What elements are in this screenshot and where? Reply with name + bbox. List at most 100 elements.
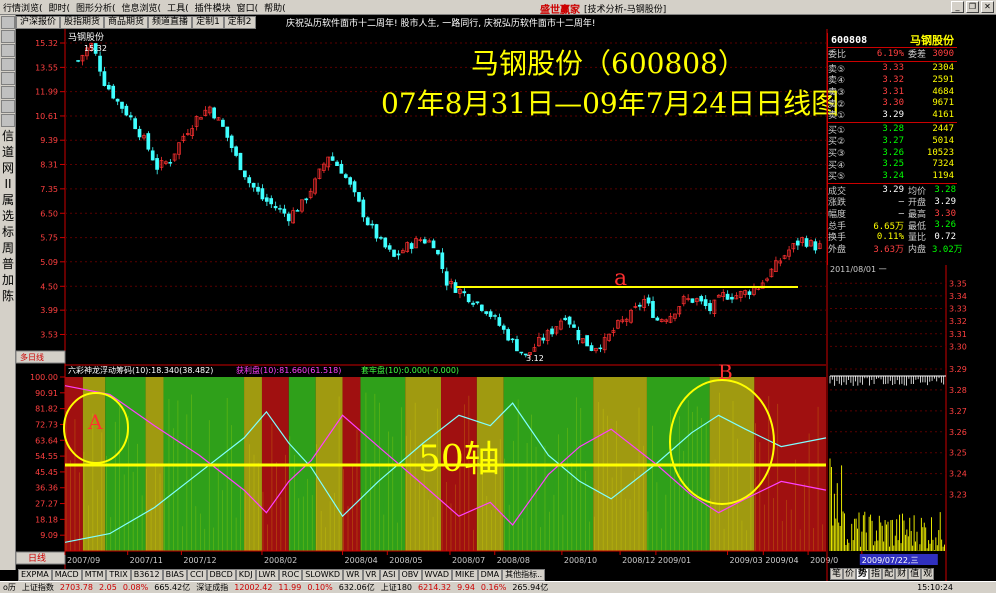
tab-sh-sz-quotes[interactable]: 沪深报价 <box>16 15 61 29</box>
candle-body <box>102 71 107 86</box>
indicator-tab[interactable]: KDJ <box>235 569 256 581</box>
right-tab[interactable]: 配 <box>882 568 896 580</box>
indicator-tab[interactable]: B3612 <box>130 569 163 581</box>
x-date-label: 2008/02 <box>264 556 297 565</box>
indicator-tab[interactable]: OBV <box>398 569 422 581</box>
sh180-label[interactable]: 上证180 <box>378 582 415 593</box>
candle-body <box>567 316 572 325</box>
menu-info[interactable]: 信息浏览( <box>119 1 165 14</box>
indicator-tab[interactable]: MACD <box>51 569 82 581</box>
tab-commodity-futures[interactable]: 商品期货 <box>104 15 149 29</box>
close-icon[interactable]: ✕ <box>981 1 994 13</box>
tab-custom2[interactable]: 定制2 <box>223 15 256 29</box>
candle-body <box>264 197 269 202</box>
sh-index-label[interactable]: 上证指数 <box>19 582 57 593</box>
intraday-tick-label: 3.25 <box>949 449 967 458</box>
indicator-tab[interactable]: DMA <box>477 569 503 581</box>
intraday-tick-label: 3.33 <box>949 305 967 314</box>
candle-body <box>212 107 216 119</box>
right-tab[interactable]: 财 <box>895 568 909 580</box>
candle-body <box>120 101 124 109</box>
indicator-tab[interactable]: EXPMA <box>18 569 52 581</box>
indicator-tab[interactable]: LWR <box>255 569 279 581</box>
kline-tick-label: 3.99 <box>40 306 58 315</box>
left-tool-pu[interactable]: 普 <box>0 256 16 272</box>
indicator-tab[interactable]: CCI <box>186 569 207 581</box>
candle-body <box>576 330 581 341</box>
tool-mark-icon[interactable] <box>1 114 15 127</box>
left-tool-chen[interactable]: 陈 <box>0 288 16 304</box>
minimize-icon[interactable]: _ <box>951 1 964 13</box>
menu-tools[interactable]: 工具( <box>164 1 192 14</box>
candle-body <box>383 237 388 248</box>
indicator-tab[interactable]: SLOWKD <box>302 569 344 581</box>
right-tab[interactable]: 指 <box>869 568 883 580</box>
stat-row: 总手 6.65万 最低 3.26 <box>828 220 956 232</box>
indicator-tab[interactable]: MTM <box>81 569 107 581</box>
right-tab[interactable]: 值 <box>908 568 922 580</box>
intraday-tick-label: 3.31 <box>949 330 967 339</box>
sz-index-value: 12002.42 <box>234 583 273 592</box>
intraday-tick-label: 3.35 <box>949 279 967 288</box>
right-tab[interactable]: 势 <box>856 568 870 580</box>
annotation-A: A <box>87 410 103 434</box>
indicator-tick-label: 63.64 <box>35 436 58 445</box>
candle-body <box>795 240 800 246</box>
sh-index-value: 2703.78 <box>59 583 93 592</box>
left-tool-xin[interactable]: 信 <box>0 128 16 144</box>
sell-row: 卖④ 3.32 2591 <box>828 74 954 87</box>
indicator-tab[interactable]: ROC <box>278 569 303 581</box>
tool-line-icon[interactable] <box>1 58 15 71</box>
kline-tick-label: 8.31 <box>40 160 58 169</box>
indicator-tab[interactable]: BIAS <box>162 569 187 581</box>
tab-custom1[interactable]: 定制1 <box>192 15 224 29</box>
tool-cursor-icon[interactable] <box>1 16 15 29</box>
indicator-tab[interactable]: DBCD <box>206 569 236 581</box>
right-tab[interactable]: 笔 <box>830 568 844 580</box>
menu-chart-analysis[interactable]: 图形分析( <box>73 1 119 14</box>
right-tab[interactable]: 观 <box>921 568 935 580</box>
menu-plugins[interactable]: 插件模块 <box>192 1 234 14</box>
quote-header: 600808 马钢股份 <box>828 33 957 48</box>
x-date-label: 2008/12 <box>622 556 655 565</box>
left-tool-biao[interactable]: 标 <box>0 224 16 240</box>
candle-body <box>703 299 708 306</box>
left-tool-ii[interactable]: II <box>0 176 16 192</box>
tab-index-futures[interactable]: 股指期货 <box>60 15 105 29</box>
right-tab[interactable]: 价 <box>843 568 857 580</box>
candle-body <box>379 237 383 239</box>
indicator-tab[interactable]: VR <box>362 569 380 581</box>
tool-zoom-icon[interactable] <box>1 30 15 43</box>
indicator-tab[interactable]: WVAD <box>421 569 453 581</box>
menu-quotes[interactable]: 行情浏览( <box>0 1 46 14</box>
menu-help[interactable]: 帮助( <box>261 1 289 14</box>
left-tool-jia[interactable]: 加 <box>0 272 16 288</box>
restore-icon[interactable]: ❐ <box>966 1 979 13</box>
indicator-tab[interactable]: WR <box>343 569 363 581</box>
tab-live-channel[interactable]: 频道直播 <box>148 15 193 29</box>
menu-realtime[interactable]: 即时( <box>46 1 74 14</box>
left-tool-xuan[interactable]: 选 <box>0 208 16 224</box>
left-tool-shu[interactable]: 属 <box>0 192 16 208</box>
left-tool-wang[interactable]: 网 <box>0 160 16 176</box>
annotation-title: 马钢股份（600808） <box>471 47 746 80</box>
indicator-tab[interactable]: MIKE <box>452 569 478 581</box>
indicator-tab[interactable]: ASI <box>379 569 399 581</box>
indicator-tick-label: 72.73 <box>35 420 58 429</box>
x-date-label: 2008/07 <box>452 556 485 565</box>
tool-grid-icon[interactable] <box>1 100 15 113</box>
annotation-a: a <box>614 266 627 291</box>
candle-body <box>708 303 712 312</box>
tool-period-icon[interactable] <box>1 86 15 99</box>
candle-body <box>115 98 120 102</box>
x-date-label: 2008/05 <box>389 556 422 565</box>
indicator-tab[interactable]: TRIX <box>106 569 131 581</box>
menu-window[interactable]: 窗口( <box>234 1 262 14</box>
left-tool-zhou[interactable]: 周 <box>0 240 16 256</box>
x-date-label: 2007/11 <box>130 556 163 565</box>
sz-index-label[interactable]: 深证成指 <box>193 582 231 593</box>
tool-text-icon[interactable] <box>1 72 15 85</box>
left-tool-dao[interactable]: 道 <box>0 144 16 160</box>
indicator-tab[interactable]: 其他指标.. <box>502 569 546 581</box>
tool-draw-icon[interactable] <box>1 44 15 57</box>
